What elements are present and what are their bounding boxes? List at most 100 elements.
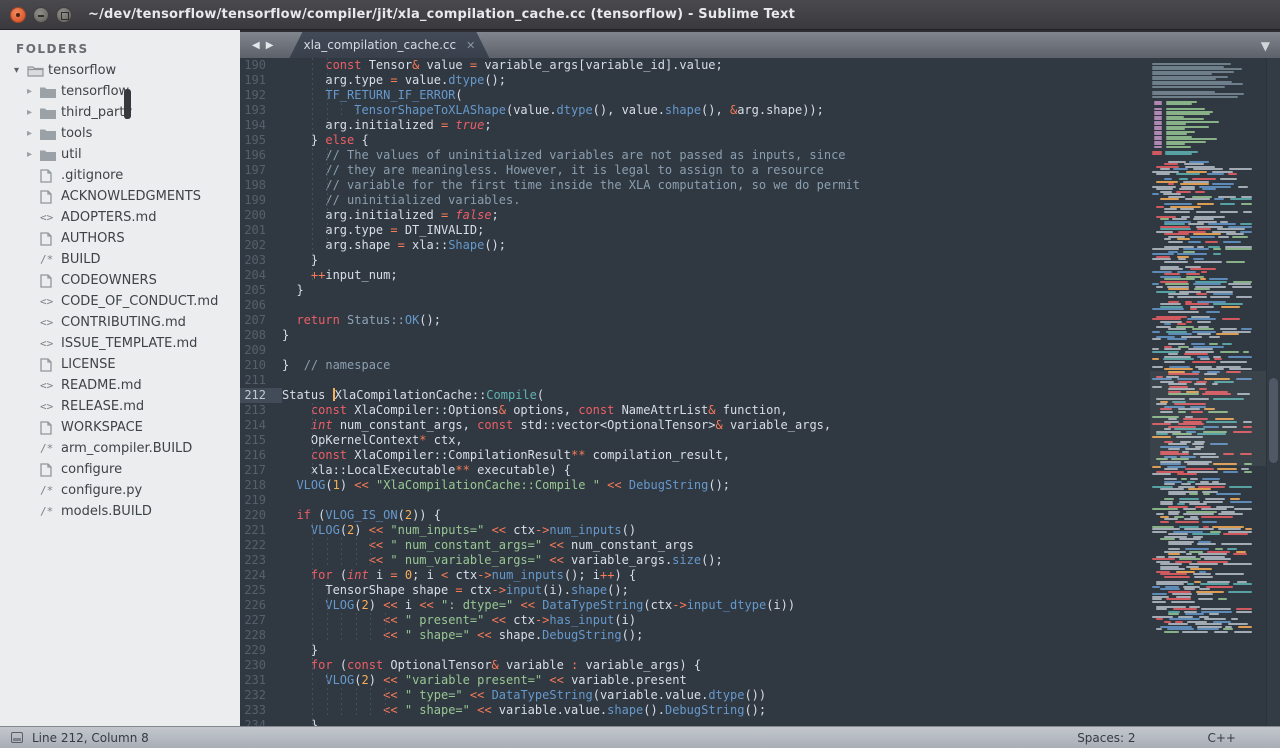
sidebar-item-configure[interactable]: configure (0, 459, 240, 480)
code-line[interactable]: 198 // variable for the first time insid… (240, 178, 1280, 193)
code-line[interactable]: 196 // The values of uninitialized varia… (240, 148, 1280, 163)
file-icon (40, 421, 60, 435)
code-line[interactable]: 201 arg.type = DT_INVALID; (240, 223, 1280, 238)
chevron-right-icon[interactable]: ▸ (27, 149, 40, 160)
indent-setting[interactable]: Spaces: 2 (1077, 731, 1135, 745)
code-line[interactable]: 232 << " type=" << DataTypeString(variab… (240, 688, 1280, 703)
code-line[interactable]: 199 // uninitialized variables. (240, 193, 1280, 208)
sidebar-item-util[interactable]: ▸util (0, 144, 240, 165)
code-line[interactable]: 234 } (240, 718, 1280, 726)
tab-close-icon[interactable]: ✕ (466, 39, 475, 52)
code-line[interactable]: 200 arg.initialized = false; (240, 208, 1280, 223)
code-line[interactable]: 221 VLOG(2) << "num_inputs=" << ctx->num… (240, 523, 1280, 538)
tab-bar: ◀ ▶ xla_compilation_cache.cc ✕ ▼ (240, 30, 1280, 58)
code-line[interactable]: 206 (240, 298, 1280, 313)
chevron-right-icon[interactable]: ▸ (27, 128, 40, 139)
sidebar-item--gitignore[interactable]: .gitignore (0, 165, 240, 186)
vertical-scrollbar[interactable] (1266, 58, 1280, 726)
chevron-right-icon[interactable]: ▸ (27, 86, 40, 97)
sidebar-item-arm-compiler-build[interactable]: /*arm_compiler.BUILD (0, 438, 240, 459)
code-line[interactable]: 231 VLOG(2) << "variable present=" << va… (240, 673, 1280, 688)
code-line[interactable]: 193 TensorShapeToXLAShape(value.dtype(),… (240, 103, 1280, 118)
chevron-right-icon[interactable]: ▸ (27, 107, 40, 118)
scrollbar-thumb[interactable] (1269, 378, 1278, 463)
sidebar-item-build[interactable]: /*BUILD (0, 249, 240, 270)
window-close-button[interactable] (10, 7, 26, 23)
code-line[interactable]: 215 OpKernelContext* ctx, (240, 433, 1280, 448)
code-line[interactable]: 223 << " num_variable_args=" << variable… (240, 553, 1280, 568)
sidebar-item-third-party[interactable]: ▸third_party (0, 102, 240, 123)
tab-scroll-left-icon[interactable]: ◀ (252, 40, 260, 51)
code-line[interactable]: 214 int num_constant_args, const std::ve… (240, 418, 1280, 433)
code-line[interactable]: 228 << " shape=" << shape.DebugString(); (240, 628, 1280, 643)
code-line[interactable]: 207 return Status::OK(); (240, 313, 1280, 328)
tab-xla-compilation-cache[interactable]: xla_compilation_cache.cc ✕ (289, 32, 489, 58)
sidebar-item-models-build[interactable]: /*models.BUILD (0, 501, 240, 522)
line-number: 193 (240, 103, 282, 118)
sidebar-item-codeowners[interactable]: CODEOWNERS (0, 270, 240, 291)
code-line[interactable]: 212Status XlaCompilationCache::Compile( (240, 388, 1280, 403)
line-number: 203 (240, 253, 282, 268)
code-line[interactable]: 216 const XlaCompiler::CompilationResult… (240, 448, 1280, 463)
minimap-viewport[interactable] (1150, 371, 1266, 466)
line-number: 196 (240, 148, 282, 163)
sidebar-item-label: CODEOWNERS (61, 273, 157, 288)
code-line[interactable]: 192 TF_RETURN_IF_ERROR( (240, 88, 1280, 103)
code-line[interactable]: 229 } (240, 643, 1280, 658)
code-line[interactable]: 205 } (240, 283, 1280, 298)
line-number: 199 (240, 193, 282, 208)
line-number: 202 (240, 238, 282, 253)
code-line[interactable]: 233 << " shape=" << variable.value.shape… (240, 703, 1280, 718)
line-number: 233 (240, 703, 282, 718)
code-line[interactable]: 218 VLOG(1) << "XlaCompilationCache::Com… (240, 478, 1280, 493)
code-line[interactable]: 222 << " num_constant_args=" << num_cons… (240, 538, 1280, 553)
sidebar-item-tools[interactable]: ▸tools (0, 123, 240, 144)
code-line[interactable]: 191 arg.type = value.dtype(); (240, 73, 1280, 88)
tab-scroll-right-icon[interactable]: ▶ (266, 40, 274, 51)
code-line[interactable]: 211 (240, 373, 1280, 388)
code-line[interactable]: 226 VLOG(2) << i << ": dtype=" << DataTy… (240, 598, 1280, 613)
code-line[interactable]: 197 // they are meaningless. However, it… (240, 163, 1280, 178)
window-maximize-button[interactable] (56, 7, 72, 23)
sidebar-item-acknowledgments[interactable]: ACKNOWLEDGMENTS (0, 186, 240, 207)
code-line[interactable]: 224 for (int i = 0; i < ctx->num_inputs(… (240, 568, 1280, 583)
sidebar-item-readme-md[interactable]: <>README.md (0, 375, 240, 396)
sidebar-item-release-md[interactable]: <>RELEASE.md (0, 396, 240, 417)
code-line[interactable]: 220 if (VLOG_IS_ON(2)) { (240, 508, 1280, 523)
sidebar-item-adopters-md[interactable]: <>ADOPTERS.md (0, 207, 240, 228)
sidebar-item-workspace[interactable]: WORKSPACE (0, 417, 240, 438)
panel-toggle-icon[interactable] (11, 732, 23, 743)
sidebar-item-issue-template-md[interactable]: <>ISSUE_TEMPLATE.md (0, 333, 240, 354)
code-line[interactable]: 208} (240, 328, 1280, 343)
code-line[interactable]: 202 arg.shape = xla::Shape(); (240, 238, 1280, 253)
sidebar-item-code-of-conduct-md[interactable]: <>CODE_OF_CONDUCT.md (0, 291, 240, 312)
sidebar-item-tensorflow[interactable]: ▸ tensorflow (0, 81, 240, 102)
window-minimize-button[interactable] (33, 7, 49, 23)
sidebar-item-configure-py[interactable]: /*configure.py (0, 480, 240, 501)
code-line[interactable]: 219 (240, 493, 1280, 508)
syntax-mode[interactable]: C++ (1208, 731, 1237, 745)
code-line[interactable]: 210} // namespace (240, 358, 1280, 373)
code-line[interactable]: 209 (240, 343, 1280, 358)
tab-overflow-icon[interactable]: ▼ (1261, 39, 1270, 53)
code-line[interactable]: 217 xla::LocalExecutable** executable) { (240, 463, 1280, 478)
code-editor[interactable]: 190 const Tensor& value = variable_args[… (240, 58, 1280, 726)
sidebar-item-license[interactable]: LICENSE (0, 354, 240, 375)
code-line[interactable]: 195 } else { (240, 133, 1280, 148)
sidebar-item-authors[interactable]: AUTHORS (0, 228, 240, 249)
code-line[interactable]: 194 arg.initialized = true; (240, 118, 1280, 133)
code-line[interactable]: 190 const Tensor& value = variable_args[… (240, 58, 1280, 73)
line-number: 204 (240, 268, 282, 283)
sidebar-item-label: tensorflow (61, 84, 129, 99)
code-line[interactable]: 225 TensorShape shape = ctx->input(i).sh… (240, 583, 1280, 598)
code-line[interactable]: 230 for (const OptionalTensor& variable … (240, 658, 1280, 673)
code-line[interactable]: 213 const XlaCompiler::Options& options,… (240, 403, 1280, 418)
chevron-down-icon[interactable]: ▾ (14, 65, 27, 76)
line-number: 210 (240, 358, 282, 373)
code-line[interactable]: 203 } (240, 253, 1280, 268)
sidebar-item-tensorflow[interactable]: ▾tensorflow (0, 60, 240, 81)
sidebar-item-contributing-md[interactable]: <>CONTRIBUTING.md (0, 312, 240, 333)
code-line[interactable]: 227 << " present=" << ctx->has_input(i) (240, 613, 1280, 628)
code-line[interactable]: 204 ++input_num; (240, 268, 1280, 283)
minimap[interactable] (1152, 63, 1264, 641)
